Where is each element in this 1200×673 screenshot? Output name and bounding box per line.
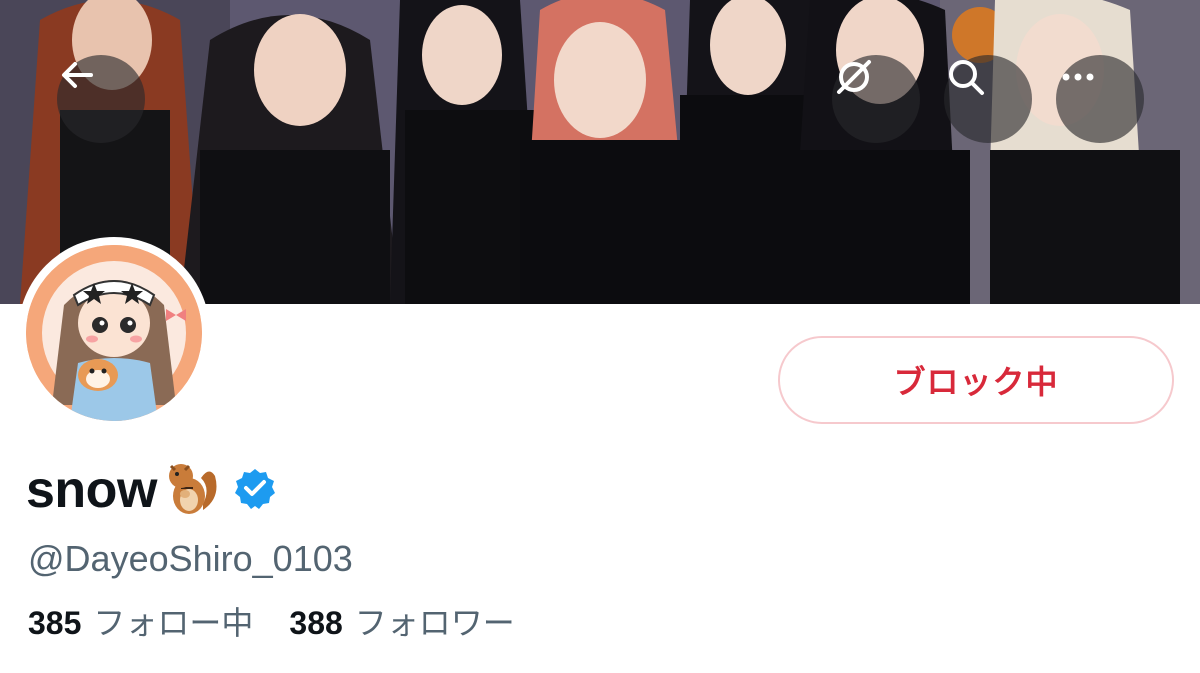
following-label: フォロー中 bbox=[93, 605, 254, 641]
display-name-row: snow bbox=[26, 458, 277, 522]
followers-count: 388 bbox=[289, 605, 343, 641]
banner-photo bbox=[0, 0, 1200, 304]
vpn-icon bbox=[837, 60, 871, 94]
avatar-image bbox=[26, 245, 202, 421]
header-banner-image[interactable] bbox=[0, 0, 1200, 304]
more-button[interactable] bbox=[1056, 55, 1144, 143]
chipmunk-emoji bbox=[163, 458, 223, 523]
more-dots-icon bbox=[1062, 73, 1094, 81]
arrow-left-icon bbox=[62, 62, 93, 88]
back-button[interactable] bbox=[57, 55, 145, 143]
display-name: snow bbox=[26, 461, 157, 519]
followers-stat[interactable]: 388 フォロワー bbox=[289, 598, 514, 644]
follow-stats: 385 フォロー中 388 フォロワー bbox=[28, 598, 515, 644]
avatar-illustration bbox=[26, 245, 202, 421]
blocked-button-label: ブロック中 bbox=[893, 364, 1059, 400]
following-count: 385 bbox=[28, 605, 82, 641]
search-icon bbox=[949, 60, 984, 95]
profile-page: ブロック中 snow @DayeoShiro_0103 385 フォロー中 38… bbox=[0, 0, 1200, 673]
search-button[interactable] bbox=[944, 55, 1032, 143]
verified-badge-icon bbox=[233, 466, 277, 515]
user-handle: @DayeoShiro_0103 bbox=[28, 538, 353, 579]
following-stat[interactable]: 385 フォロー中 bbox=[28, 598, 253, 644]
profile-avatar[interactable] bbox=[18, 237, 210, 429]
followers-label: フォロワー bbox=[354, 605, 515, 641]
vpn-button[interactable] bbox=[832, 55, 920, 143]
blocked-button[interactable]: ブロック中 bbox=[778, 336, 1174, 424]
